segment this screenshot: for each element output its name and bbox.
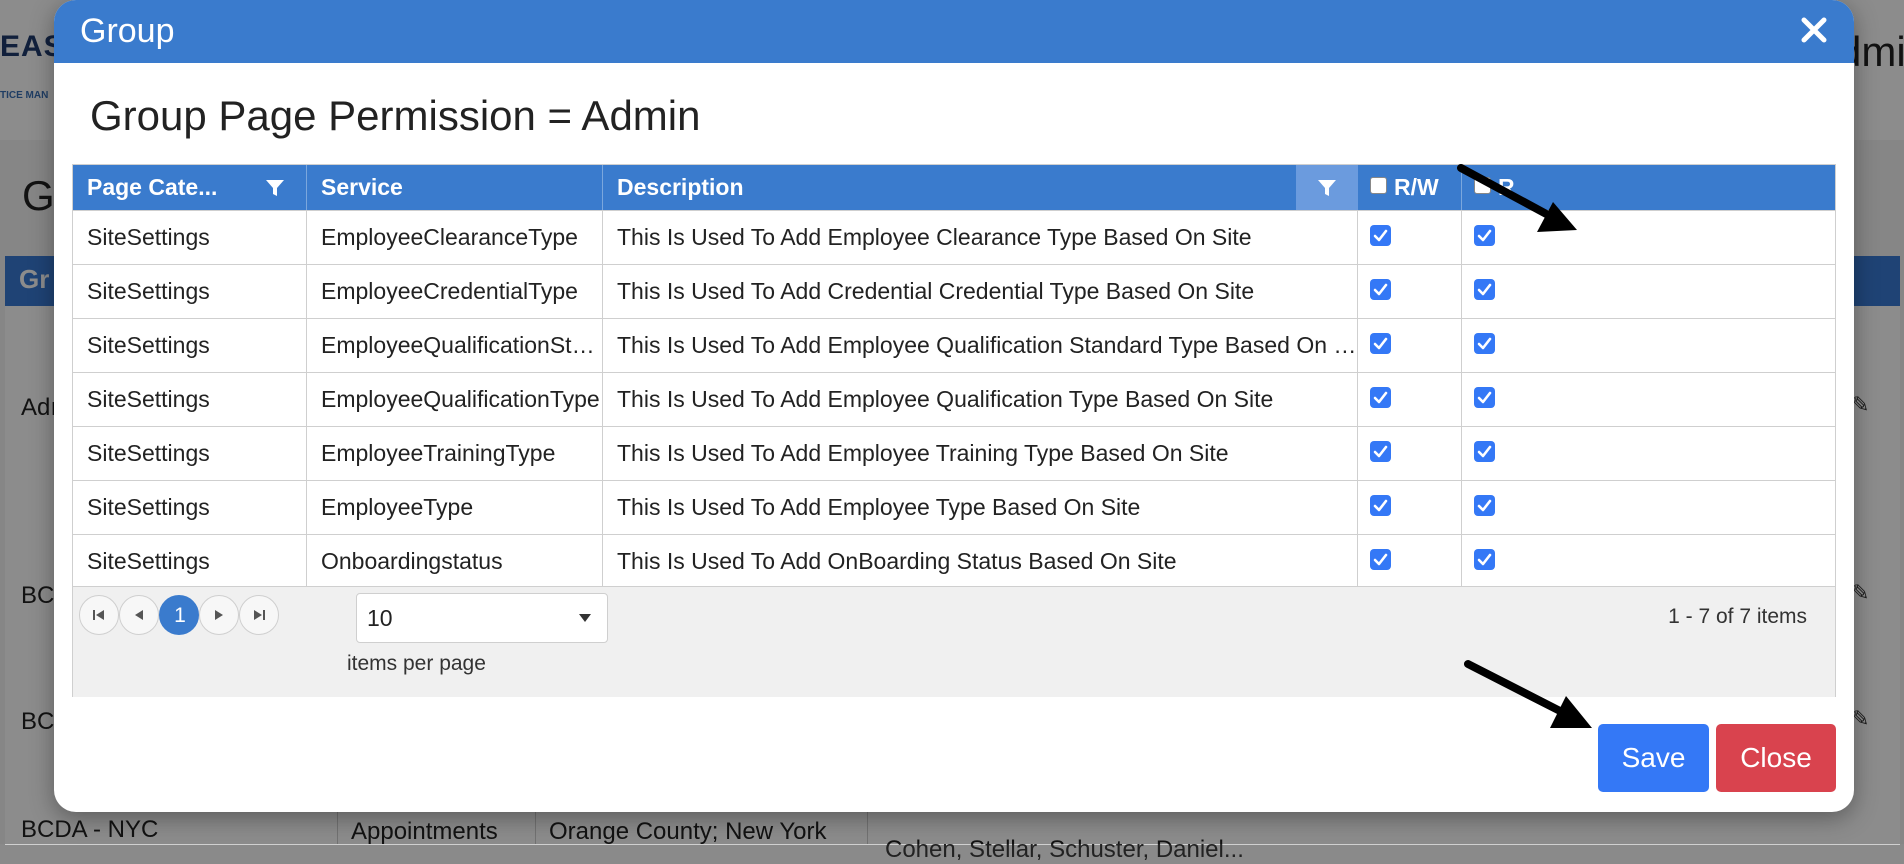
cell-rw	[1358, 319, 1462, 372]
cell-service: Onboardingstatus	[307, 535, 603, 588]
close-icon[interactable]	[1796, 12, 1832, 48]
table-row[interactable]: SiteSettings EmployeeQualificationType Thi…	[73, 372, 1835, 426]
cell-description: This Is Used To Add Credential Credentia…	[603, 265, 1358, 318]
cell-rw	[1358, 373, 1462, 426]
cell-description: This Is Used To Add Employee Qualificati…	[603, 373, 1358, 426]
next-page-icon[interactable]	[199, 595, 239, 635]
r-checkbox[interactable]	[1474, 549, 1495, 570]
cell-description: This Is Used To Add OnBoarding Status Ba…	[603, 535, 1358, 588]
cell-service: EmployeeClearanceType	[307, 211, 603, 264]
column-label: Page Cate...	[87, 174, 218, 200]
close-button[interactable]: Close	[1716, 724, 1836, 792]
rw-checkbox[interactable]	[1370, 441, 1391, 462]
cell-rw	[1358, 265, 1462, 318]
table-row[interactable]: SiteSettings EmployeeType This Is Used To …	[73, 480, 1835, 534]
cell-rw	[1358, 427, 1462, 480]
r-checkbox[interactable]	[1474, 387, 1495, 408]
column-label: Description	[617, 174, 744, 200]
first-page-icon[interactable]	[79, 595, 119, 635]
rw-checkbox[interactable]	[1370, 549, 1391, 570]
last-page-icon[interactable]	[239, 595, 279, 635]
cell-page-category: SiteSettings	[73, 427, 307, 480]
cell-r	[1462, 265, 1566, 318]
cell-description: This Is Used To Add Employee Training Ty…	[603, 427, 1358, 480]
cell-r	[1462, 373, 1566, 426]
cell-service: EmployeeQualificationType	[307, 373, 603, 426]
page-button-current[interactable]: 1	[159, 595, 199, 635]
cell-rw	[1358, 481, 1462, 534]
column-header-rw: R/W	[1358, 165, 1462, 210]
cell-service: EmployeeQualificationStand...	[307, 319, 603, 372]
table-row[interactable]: SiteSettings EmployeeQualificationStand..…	[73, 318, 1835, 372]
cell-page-category: SiteSettings	[73, 265, 307, 318]
column-label: R/W	[1394, 174, 1439, 200]
save-button[interactable]: Save	[1598, 724, 1709, 792]
cell-rw	[1358, 535, 1462, 588]
page-size-value: 10	[367, 605, 393, 631]
r-checkbox[interactable]	[1474, 495, 1495, 516]
annotation-arrow-icon	[1457, 164, 1577, 232]
rw-checkbox[interactable]	[1370, 333, 1391, 354]
cell-service: EmployeeTrainingType	[307, 427, 603, 480]
rw-checkbox[interactable]	[1370, 495, 1391, 516]
page-number: 1	[174, 604, 186, 627]
page-size-select[interactable]: 10	[356, 593, 608, 643]
r-checkbox[interactable]	[1474, 441, 1495, 462]
chevron-down-icon	[579, 614, 591, 622]
cell-page-category: SiteSettings	[73, 373, 307, 426]
column-label: Service	[321, 174, 403, 200]
column-header-page-category[interactable]: Page Cate...	[73, 165, 307, 210]
r-checkbox[interactable]	[1474, 279, 1495, 300]
r-checkbox[interactable]	[1474, 333, 1495, 354]
filter-icon	[1318, 180, 1336, 196]
table-row[interactable]: SiteSettings EmployeeCredentialType This I…	[73, 264, 1835, 318]
cell-r	[1462, 481, 1566, 534]
cell-r	[1462, 319, 1566, 372]
cell-page-category: SiteSettings	[73, 211, 307, 264]
column-header-service[interactable]: Service	[307, 165, 603, 210]
cell-page-category: SiteSettings	[73, 535, 307, 588]
cell-r	[1462, 535, 1566, 588]
cell-service: EmployeeType	[307, 481, 603, 534]
permission-title: Group Page Permission = Admin	[90, 92, 701, 139]
column-header-description[interactable]: Description	[603, 165, 1358, 210]
table-row[interactable]: SiteSettings EmployeeTrainingType This Is …	[73, 426, 1835, 480]
cell-page-category: SiteSettings	[73, 319, 307, 372]
annotation-arrow-icon	[1464, 660, 1592, 728]
modal-title: Group	[80, 12, 175, 50]
cell-r	[1462, 427, 1566, 480]
cell-description: This Is Used To Add Employee Clearance T…	[603, 211, 1358, 264]
table-row[interactable]: SiteSettings Onboardingstatus This Is Used…	[73, 534, 1835, 588]
rw-checkbox[interactable]	[1370, 225, 1391, 246]
rw-checkbox[interactable]	[1370, 279, 1391, 300]
select-all-rw-checkbox[interactable]	[1370, 177, 1387, 194]
previous-page-icon[interactable]	[119, 595, 159, 635]
cell-rw	[1358, 211, 1462, 264]
rw-checkbox[interactable]	[1370, 387, 1391, 408]
items-per-page-label: items per page	[347, 652, 486, 675]
cell-description: This Is Used To Add Employee Qualificati…	[603, 319, 1358, 372]
filter-icon-active[interactable]	[1296, 165, 1358, 210]
cell-service: EmployeeCredentialType	[307, 265, 603, 318]
pager-info: 1 - 7 of 7 items	[1668, 605, 1807, 628]
cell-page-category: SiteSettings	[73, 481, 307, 534]
filter-icon[interactable]	[264, 177, 286, 199]
permissions-grid: Page Cate... Service Description R/W R S…	[72, 164, 1836, 697]
modal-header: Group	[54, 0, 1854, 63]
cell-description: This Is Used To Add Employee Type Based …	[603, 481, 1358, 534]
